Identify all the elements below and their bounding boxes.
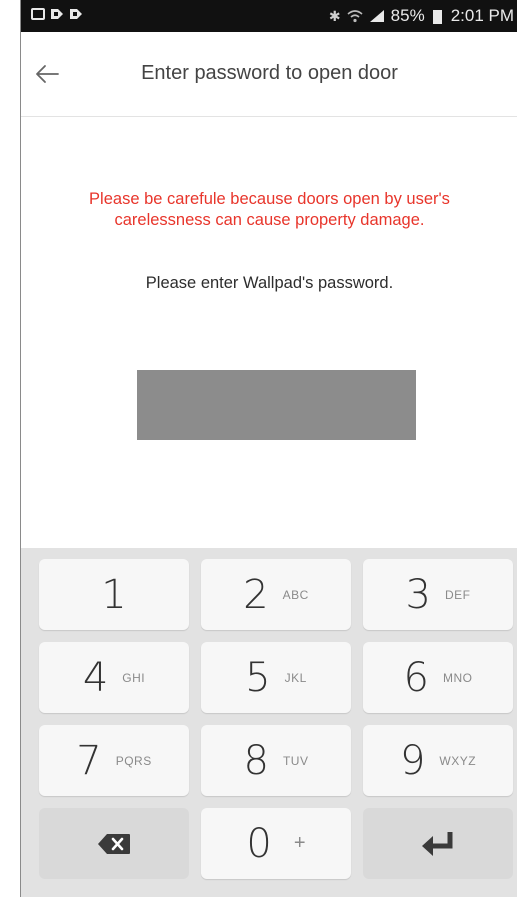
backspace-icon	[98, 833, 130, 854]
key-digit: 8	[243, 737, 269, 784]
status-notifications	[31, 7, 83, 21]
key-9[interactable]: 9 WXYZ	[363, 725, 513, 796]
phone-screen: ✱ 85% 2:01 PM Enter password to open doo…	[20, 0, 517, 897]
page-title: Enter password to open door	[141, 62, 398, 84]
key-5[interactable]: 5 JKL	[201, 642, 351, 713]
key-letters: JKL	[284, 670, 307, 685]
status-indicators: ✱ 85% 2:01 PM	[329, 6, 514, 26]
enter-icon	[422, 831, 453, 856]
signal-icon	[369, 10, 384, 22]
key-plus: +	[293, 832, 306, 854]
key-letters: TUV	[282, 753, 309, 768]
key-letters: PQRS	[115, 753, 152, 768]
backspace-key[interactable]	[39, 808, 189, 879]
key-digit: 2	[243, 571, 269, 618]
status-bar: ✱ 85% 2:01 PM	[21, 0, 517, 32]
battery-percent: 85%	[390, 6, 425, 25]
key-3[interactable]: 3 DEF	[363, 559, 513, 630]
bluetooth-icon: ✱	[328, 7, 341, 24]
key-digit: 6	[403, 654, 429, 701]
key-letters: DEF	[444, 587, 471, 602]
password-input[interactable]	[137, 370, 416, 440]
warning-message: Please be carefule because doors open by…	[89, 190, 450, 229]
key-7[interactable]: 7 PQRS	[39, 725, 189, 796]
battery-icon	[432, 10, 442, 24]
key-digit: 5	[245, 654, 271, 701]
key-8[interactable]: 8 TUV	[201, 725, 351, 796]
clock: 2:01 PM	[450, 6, 514, 25]
key-digit: 9	[399, 737, 426, 784]
app-bar: Enter password to open door	[21, 32, 517, 117]
key-4[interactable]: 4 GHI	[39, 642, 189, 713]
enter-key[interactable]	[363, 808, 513, 879]
key-letters: MNO	[442, 670, 473, 685]
key-0[interactable]: 0 +	[201, 808, 351, 879]
key-6[interactable]: 6 MNO	[363, 642, 513, 713]
key-1[interactable]: 1	[39, 559, 189, 630]
instruction-text: Please enter Wallpad's password.	[145, 274, 394, 292]
key-2[interactable]: 2 ABC	[201, 559, 351, 630]
wifi-icon	[347, 10, 363, 23]
notification-icon	[31, 8, 45, 20]
key-digit: 7	[76, 737, 102, 784]
notification-icon	[70, 9, 82, 19]
key-letters: WXYZ	[439, 753, 477, 768]
notification-icon	[51, 9, 63, 19]
key-digit: 0	[246, 820, 272, 867]
key-letters: ABC	[282, 587, 309, 602]
key-digit: 3	[405, 571, 431, 618]
key-letters: GHI	[122, 670, 146, 685]
numeric-keypad: 1 2 ABC 3 DEF 4 GHI 5 JKL 6 MNO 7 PQRS 8…	[21, 548, 517, 897]
key-digit: 1	[101, 571, 127, 618]
key-digit: 4	[82, 654, 109, 701]
